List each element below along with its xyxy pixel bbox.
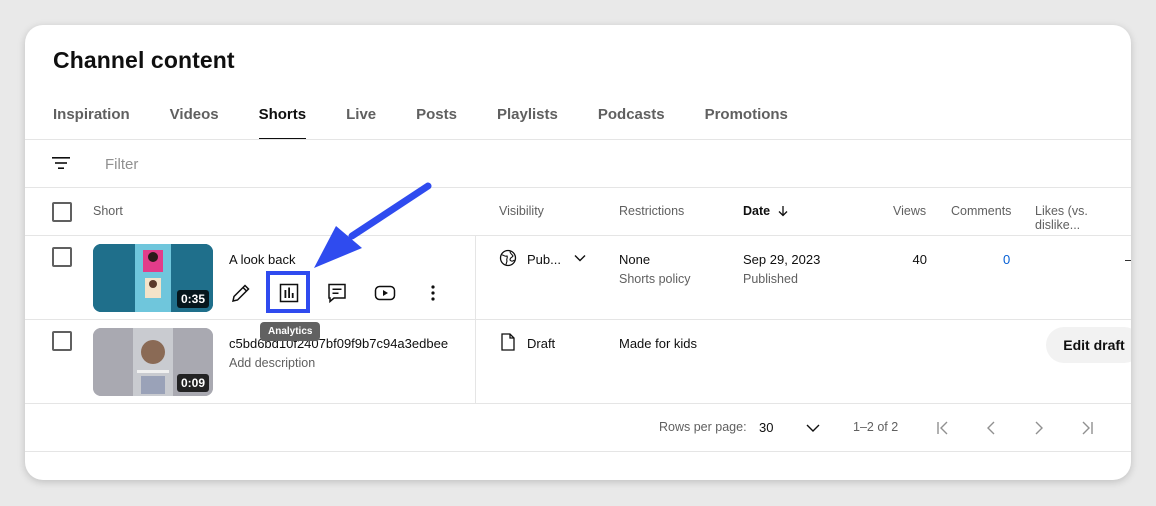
- tabs-divider: [25, 139, 1131, 140]
- column-date[interactable]: Date: [743, 204, 789, 218]
- footer-divider: [25, 451, 1131, 452]
- rows-per-page-label: Rows per page:: [659, 420, 747, 434]
- edit-pencil-icon[interactable]: [229, 281, 253, 305]
- page-title: Channel content: [53, 47, 235, 73]
- channel-content-card: Channel content Inspiration Videos Short…: [25, 25, 1131, 480]
- analytics-tooltip: Analytics: [260, 322, 321, 341]
- restriction-value: None: [619, 252, 651, 267]
- comments-value[interactable]: 0: [1003, 252, 1010, 267]
- previous-page-icon[interactable]: [983, 420, 999, 436]
- visibility-value: Draft: [527, 336, 556, 351]
- tab-posts[interactable]: Posts: [416, 106, 457, 138]
- youtube-play-icon[interactable]: [373, 281, 397, 305]
- chevron-down-icon[interactable]: [573, 253, 587, 263]
- tab-shorts[interactable]: Shorts: [258, 106, 306, 140]
- column-restrictions[interactable]: Restrictions: [619, 204, 684, 218]
- chevron-down-icon[interactable]: [805, 422, 821, 434]
- next-page-icon[interactable]: [1031, 420, 1047, 436]
- arrow-down-icon: [778, 206, 788, 217]
- date-value: Sep 29, 2023: [743, 252, 821, 267]
- row-divider: [25, 319, 1131, 320]
- header-divider: [25, 235, 1131, 236]
- rows-per-page-select[interactable]: 30: [759, 420, 773, 435]
- column-comments[interactable]: Comments: [951, 204, 1011, 218]
- date-status: Published: [743, 272, 798, 286]
- duration-badge: 0:35: [176, 290, 209, 308]
- comments-icon[interactable]: [325, 281, 349, 305]
- likes-value: –: [1125, 252, 1131, 267]
- tab-playlists[interactable]: Playlists: [497, 106, 558, 138]
- last-page-icon[interactable]: [1079, 420, 1095, 436]
- tab-live[interactable]: Live: [346, 106, 376, 138]
- restriction-value: Made for kids: [619, 336, 698, 351]
- column-views[interactable]: Views: [893, 204, 926, 218]
- column-likes[interactable]: Likes (vs. dislike...: [1035, 204, 1131, 232]
- views-value: 40: [912, 252, 927, 267]
- more-options-icon[interactable]: [421, 281, 445, 305]
- analytics-highlight-box: [266, 271, 310, 313]
- tab-bar: Inspiration Videos Shorts Live Posts Pla…: [53, 106, 828, 140]
- short-title[interactable]: A look back: [229, 252, 296, 267]
- tab-podcasts[interactable]: Podcasts: [598, 106, 665, 138]
- column-visibility[interactable]: Visibility: [499, 204, 544, 218]
- tab-videos[interactable]: Videos: [170, 106, 219, 138]
- row-divider: [25, 403, 1131, 404]
- short-thumbnail[interactable]: 0:35: [93, 244, 213, 312]
- short-thumbnail[interactable]: 0:09: [93, 328, 213, 396]
- first-page-icon[interactable]: [935, 420, 951, 436]
- filter-divider: [25, 187, 1131, 188]
- filter-input[interactable]: Filter: [105, 156, 138, 173]
- tab-inspiration[interactable]: Inspiration: [53, 106, 130, 138]
- row-checkbox[interactable]: [52, 247, 72, 267]
- draft-file-icon: [501, 333, 515, 351]
- tab-promotions[interactable]: Promotions: [705, 106, 788, 138]
- add-description-link[interactable]: Add description: [229, 356, 315, 370]
- column-date-label: Date: [743, 204, 771, 218]
- column-short: Short: [93, 204, 123, 218]
- row-checkbox[interactable]: [52, 331, 72, 351]
- visibility-value[interactable]: Pub...: [527, 252, 561, 267]
- select-all-checkbox[interactable]: [52, 202, 72, 222]
- edit-draft-button[interactable]: Edit draft: [1046, 327, 1131, 363]
- duration-badge: 0:09: [176, 374, 209, 392]
- filter-icon[interactable]: [51, 153, 71, 173]
- globe-icon: [499, 249, 517, 267]
- restriction-sub[interactable]: Shorts policy: [619, 272, 691, 286]
- page-range: 1–2 of 2: [853, 420, 899, 434]
